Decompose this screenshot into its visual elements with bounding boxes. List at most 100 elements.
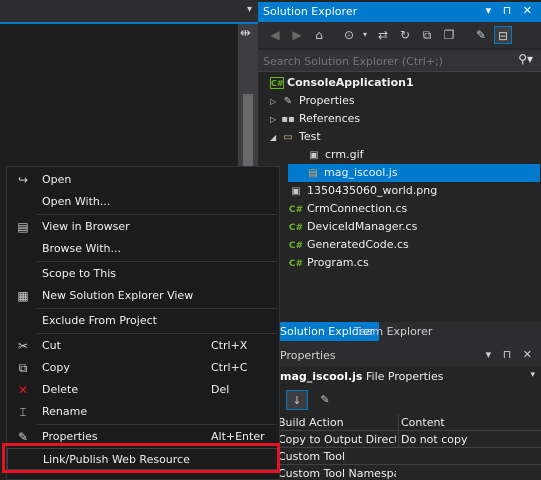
tree-node-crm-gif[interactable]: ▣ crm.gif bbox=[306, 146, 541, 164]
tree-node-label: crm.gif bbox=[325, 148, 364, 161]
editor-tab-strip: ▾ bbox=[0, 0, 258, 24]
sort-alphabetical-icon[interactable]: ↓ bbox=[286, 390, 308, 410]
rename-icon: ⌶ bbox=[19, 405, 27, 419]
menu-separator bbox=[37, 424, 277, 425]
show-all-files-icon[interactable]: ❐ bbox=[440, 26, 458, 44]
menu-item-label: Browse With... bbox=[42, 242, 122, 255]
tree-node-label: GeneratedCode.cs bbox=[307, 238, 409, 251]
tree-node-label: ConsoleApplication1 bbox=[287, 76, 414, 89]
tree-node-crmconnection-cs[interactable]: C# CrmConnection.cs bbox=[288, 200, 541, 218]
menu-item-view-in-browser[interactable]: ▤ View in Browser bbox=[7, 216, 279, 238]
tree-node-test-folder[interactable]: ◢ ▭ Test bbox=[270, 128, 541, 146]
property-value[interactable]: Content bbox=[398, 414, 445, 431]
csharp-icon: C# bbox=[288, 205, 304, 215]
menu-item-scope-to-this[interactable]: Scope to This bbox=[7, 263, 279, 285]
menu-item-label: Rename bbox=[42, 405, 88, 418]
refresh-icon[interactable]: ↻ bbox=[396, 26, 414, 44]
tree-node-label: CrmConnection.cs bbox=[307, 202, 408, 215]
menu-item-label: Delete bbox=[42, 383, 79, 396]
menu-item-label: View in Browser bbox=[42, 220, 130, 233]
property-key: Copy to Output Director bbox=[278, 433, 396, 446]
search-icon[interactable]: ⚲▾ bbox=[518, 52, 533, 66]
property-row[interactable]: Build Action Content bbox=[258, 414, 541, 431]
tree-node-label: Program.cs bbox=[307, 256, 369, 269]
highlight-annotation-box bbox=[2, 443, 280, 473]
js-file-icon: ▤ bbox=[308, 168, 318, 179]
property-row[interactable]: Copy to Output Director Do not copy bbox=[258, 431, 541, 448]
expand-arrow-icon[interactable]: ▷ bbox=[270, 111, 280, 129]
menu-item-exclude-from-project[interactable]: Exclude From Project bbox=[7, 310, 279, 332]
menu-item-label: New Solution Explorer View bbox=[42, 289, 194, 302]
properties-object-selector[interactable]: mag_iscool.js File Properties ▾ bbox=[258, 367, 541, 387]
menu-item-label: Copy bbox=[42, 361, 70, 374]
tree-node-properties[interactable]: ▷ ✎ Properties bbox=[270, 92, 541, 110]
solution-explorer-title: Solution Explorer bbox=[263, 5, 358, 18]
tree-node-world-png[interactable]: ▣ 1350435060_world.png bbox=[288, 182, 541, 200]
property-row[interactable]: Custom Tool bbox=[258, 448, 541, 465]
menu-item-label: Exclude From Project bbox=[42, 314, 157, 327]
folder-icon: ▭ bbox=[283, 132, 293, 143]
properties-toolbar: ↓ ✎ bbox=[258, 388, 541, 412]
solution-explorer-search[interactable]: ⚲▾ bbox=[258, 50, 541, 72]
preview-selected-items-icon[interactable]: ⊟ bbox=[494, 26, 512, 44]
forward-icon[interactable]: ▶ bbox=[288, 26, 306, 44]
back-icon[interactable]: ◀ bbox=[266, 26, 284, 44]
menu-item-label: Open With... bbox=[42, 195, 111, 208]
csharp-icon: C# bbox=[288, 241, 304, 251]
browser-icon: ▤ bbox=[17, 220, 29, 234]
menu-item-new-solution-explorer-view[interactable]: ▦ New Solution Explorer View bbox=[7, 285, 279, 307]
tree-node-label: DeviceIdManager.cs bbox=[307, 220, 418, 233]
split-editor-icon[interactable]: ⇹ bbox=[240, 26, 251, 41]
tree-node-deviceidmanager-cs[interactable]: C# DeviceIdManager.cs bbox=[288, 218, 541, 236]
wrench-icon[interactable]: ✎ bbox=[472, 26, 490, 44]
tree-node-label: 1350435060_world.png bbox=[307, 184, 438, 197]
solution-explorer-toolbar: ◀ ▶ ⌂ ⊙ ▾ ⇄ ↻ ⧉ ❐ ✎ ⊟ bbox=[258, 22, 541, 48]
menu-item-cut[interactable]: ✂ Cut Ctrl+X bbox=[7, 335, 279, 357]
menu-item-label: Cut bbox=[42, 339, 61, 352]
tree-node-mag-iscool-js[interactable]: ▤ mag_iscool.js bbox=[288, 164, 540, 182]
menu-separator bbox=[37, 214, 277, 215]
menu-item-rename[interactable]: ⌶ Rename bbox=[7, 401, 279, 423]
tab-team-explorer[interactable]: Team Explorer bbox=[349, 322, 437, 341]
sync-icon[interactable]: ⇄ bbox=[374, 26, 392, 44]
open-icon: ↪ bbox=[17, 173, 29, 187]
properties-subject-type: File Properties bbox=[365, 370, 444, 383]
tree-node-label: mag_iscool.js bbox=[324, 166, 398, 179]
chevron-down-icon[interactable]: ▾ bbox=[356, 26, 374, 44]
menu-item-open[interactable]: ↪ Open bbox=[7, 169, 279, 191]
menu-item-open-with[interactable]: Open With... bbox=[7, 191, 279, 213]
collapse-arrow-icon[interactable]: ◢ bbox=[270, 129, 280, 147]
tree-node-references[interactable]: ▷ ▪▪ References bbox=[270, 110, 541, 128]
menu-separator bbox=[37, 333, 277, 334]
context-menu: ↪ Open Open With... ▤ View in Browser Br… bbox=[6, 166, 280, 480]
property-row[interactable]: Custom Tool Namespace bbox=[258, 465, 541, 480]
solution-explorer-bottom-tabs: Solution Explorer Team Explorer bbox=[258, 322, 541, 342]
scissors-icon: ✂ bbox=[17, 339, 29, 353]
expand-arrow-icon[interactable]: ▷ bbox=[270, 93, 280, 111]
menu-item-delete[interactable]: ✕ Delete Del bbox=[7, 379, 279, 401]
tree-node-solution[interactable]: C# ConsoleApplication1 bbox=[270, 74, 541, 92]
references-icon: ▪▪ bbox=[281, 114, 295, 125]
tree-node-generatedcode-cs[interactable]: C# GeneratedCode.cs bbox=[288, 236, 541, 254]
property-value[interactable]: Do not copy bbox=[398, 431, 467, 448]
panel-window-buttons[interactable]: ▾ ⊓ ✕ bbox=[486, 4, 536, 17]
property-key: Build Action bbox=[278, 416, 344, 429]
menu-item-browse-with[interactable]: Browse With... bbox=[7, 238, 279, 260]
collapse-all-icon[interactable]: ⧉ bbox=[418, 26, 436, 44]
search-input[interactable] bbox=[263, 53, 503, 69]
panel-window-buttons[interactable]: ▾ ⊓ ✕ bbox=[486, 348, 536, 361]
image-icon: ▣ bbox=[309, 150, 319, 161]
home-icon[interactable]: ⌂ bbox=[310, 26, 328, 44]
editor-tab-dropdown-icon[interactable]: ▾ bbox=[247, 4, 252, 15]
properties-panel: Properties ▾ ⊓ ✕ mag_iscool.js File Prop… bbox=[258, 346, 541, 480]
tree-node-label: Properties bbox=[299, 94, 355, 107]
project-icon: C# bbox=[270, 77, 284, 89]
delete-icon: ✕ bbox=[17, 383, 29, 397]
chevron-down-icon[interactable]: ▾ bbox=[530, 370, 535, 380]
menu-item-copy[interactable]: ⧉ Copy Ctrl+C bbox=[7, 357, 279, 379]
solution-explorer-title-bar: Solution Explorer ▾ ⊓ ✕ bbox=[258, 2, 541, 22]
tree-node-program-cs[interactable]: C# Program.cs bbox=[288, 254, 541, 272]
menu-item-shortcut: Ctrl+X bbox=[211, 339, 248, 352]
property-pages-icon[interactable]: ✎ bbox=[314, 390, 336, 410]
menu-separator bbox=[37, 261, 277, 262]
